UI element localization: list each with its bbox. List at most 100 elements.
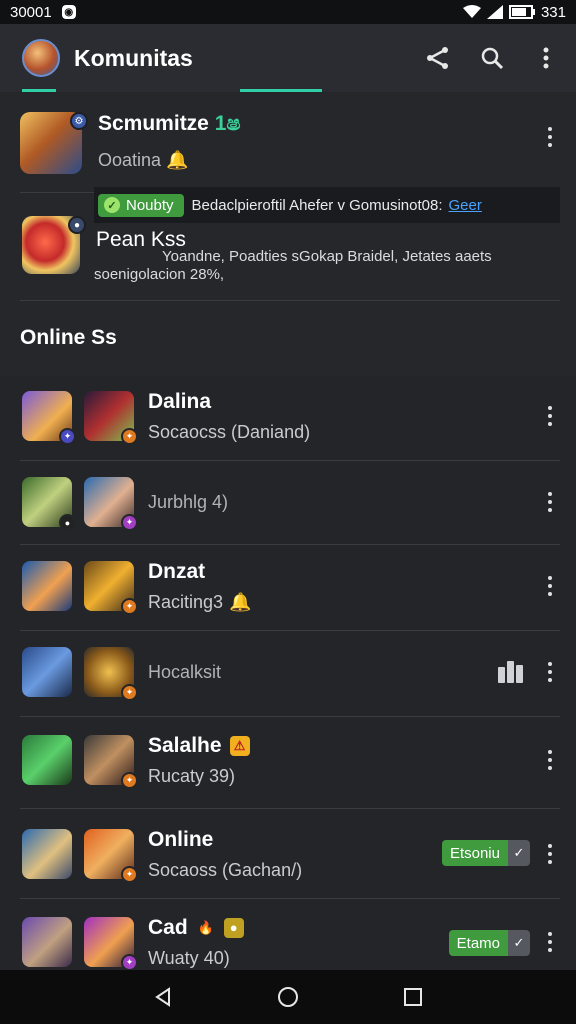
game-avatar: ✦ bbox=[22, 391, 76, 445]
status-badge-icon: ● bbox=[68, 216, 86, 234]
row-more-button[interactable] bbox=[540, 839, 560, 869]
game-avatar: ✦ bbox=[84, 735, 138, 789]
list-item[interactable]: ✦ Online Socaoss (Gachan/) Etsoniu ✓ bbox=[0, 826, 576, 883]
game-avatar bbox=[22, 561, 72, 611]
settings-badge-icon: ⚙ bbox=[70, 112, 88, 130]
status-pill[interactable]: Etsoniu ✓ bbox=[441, 840, 530, 866]
horn-game-icon: ● bbox=[22, 216, 86, 274]
badge-icon: ✦ bbox=[121, 428, 138, 445]
list-item[interactable]: ✦ ✦ Dalina Socaocss (Daniand) bbox=[0, 388, 576, 445]
row-more-button[interactable] bbox=[540, 657, 560, 687]
row-status: Hocalksit bbox=[148, 661, 222, 682]
banner-text: Bedaclpieroftil Ahefer v Gomusinot08: bbox=[191, 196, 443, 214]
row-more-button[interactable] bbox=[540, 487, 560, 517]
check-icon: ✓ bbox=[508, 930, 530, 956]
divider bbox=[20, 300, 560, 301]
badge-icon: ✦ bbox=[121, 772, 138, 789]
recents-icon[interactable] bbox=[393, 977, 433, 1017]
more-vert-icon[interactable] bbox=[530, 42, 562, 74]
profile-avatar[interactable] bbox=[22, 39, 60, 77]
search-icon[interactable] bbox=[476, 42, 508, 74]
warning-icon: ⚠ bbox=[229, 735, 250, 756]
game-avatar: ✦ bbox=[84, 647, 138, 701]
divider bbox=[20, 808, 560, 809]
game-avatar: ● bbox=[22, 477, 76, 531]
row-more-button[interactable] bbox=[540, 927, 560, 957]
bell-icon: 🔔 bbox=[166, 150, 189, 170]
check-icon: ✓ bbox=[104, 197, 120, 213]
gift-icon[interactable] bbox=[498, 661, 524, 683]
divider bbox=[20, 544, 560, 545]
row-status: Socaoss (Gachan/) bbox=[148, 859, 303, 880]
community-item[interactable]: ● Pean Kss bbox=[0, 216, 576, 274]
community-subtitle-line1: Yoandne, Poadties sGokap Braidel, Jetate… bbox=[162, 248, 492, 265]
banner-chip-label: Noubty bbox=[126, 196, 174, 214]
divider bbox=[20, 898, 560, 899]
row-status: Wuaty 40) bbox=[148, 947, 230, 968]
row-name: Dalina bbox=[148, 389, 212, 413]
warrior-game-icon: ⚙ bbox=[20, 112, 88, 174]
list-item[interactable]: ✦ Salalhe ⚠ Rucaty 39) bbox=[0, 732, 576, 789]
status-battery-text: 331 bbox=[540, 3, 566, 21]
app-bar: Komunitas bbox=[0, 24, 576, 92]
row-status: Raciting3 🔔 bbox=[148, 591, 252, 612]
game-avatar bbox=[22, 735, 72, 785]
status-pill[interactable]: Etamo ✓ bbox=[448, 930, 530, 956]
community-subtitle: Ooatina 🔔 bbox=[98, 150, 189, 170]
fire-icon: 🔥 bbox=[197, 919, 214, 935]
character-icon: ● bbox=[223, 917, 244, 938]
row-more-button[interactable] bbox=[540, 401, 560, 431]
row-name: Online bbox=[148, 827, 214, 851]
row-more-button[interactable] bbox=[540, 745, 560, 775]
divider bbox=[20, 630, 560, 631]
game-avatar: ✦ bbox=[84, 477, 138, 531]
divider bbox=[20, 716, 560, 717]
share-icon[interactable] bbox=[422, 42, 454, 74]
game-avatar bbox=[22, 917, 72, 967]
badge-icon: ✦ bbox=[121, 684, 138, 701]
list-item[interactable]: ● ✦ Jurbhlg 4) bbox=[0, 476, 576, 531]
row-more-button[interactable] bbox=[540, 571, 560, 601]
section-title: Online Ss bbox=[20, 326, 117, 349]
list-item[interactable]: ✦ Cad 🔥 ● Wuaty 40) Etamo ✓ bbox=[0, 914, 576, 970]
list-item[interactable]: ✦ Dnzat Raciting3 🔔 bbox=[0, 559, 576, 615]
back-icon[interactable] bbox=[143, 977, 183, 1017]
pill-label: Etamo bbox=[448, 930, 508, 956]
wifi-icon bbox=[462, 5, 481, 18]
game-avatar: ✦ bbox=[84, 391, 138, 445]
badge-icon: ✦ bbox=[121, 954, 138, 970]
banner-link[interactable]: Geer bbox=[449, 197, 482, 214]
community-title: Scmumitze 1ෂ bbox=[98, 112, 241, 135]
notification-app-icon: ◉ bbox=[61, 5, 76, 19]
check-icon: ✓ bbox=[508, 840, 530, 866]
game-avatar: ✦ bbox=[84, 829, 138, 883]
badge-icon: ✦ bbox=[121, 866, 138, 883]
game-avatar: ✦ bbox=[84, 917, 138, 970]
home-icon[interactable] bbox=[268, 977, 308, 1017]
signal-icon bbox=[486, 5, 503, 19]
list-item[interactable]: ✦ Hocalksit bbox=[0, 646, 576, 701]
status-time: 30001 bbox=[10, 3, 52, 21]
badge-icon: ✦ bbox=[121, 514, 138, 531]
banner-chip[interactable]: ✓ Noubty bbox=[98, 193, 184, 217]
row-status: Jurbhlg 4) bbox=[148, 491, 229, 512]
status-bar: 30001 ◉ 331 bbox=[0, 0, 576, 24]
badge-icon: ✦ bbox=[121, 598, 138, 615]
divider bbox=[20, 460, 560, 461]
game-avatar bbox=[22, 647, 72, 697]
badge-icon: ✦ bbox=[59, 428, 76, 445]
badge-icon: ● bbox=[59, 514, 76, 531]
game-avatar: ✦ bbox=[84, 561, 138, 615]
community-more-button[interactable] bbox=[540, 122, 560, 152]
pill-label: Etsoniu bbox=[441, 840, 508, 866]
row-name: Salalhe ⚠ bbox=[148, 734, 250, 758]
system-nav-bar bbox=[0, 970, 576, 1024]
battery-icon bbox=[508, 5, 535, 19]
row-status: Socaocss (Daniand) bbox=[148, 421, 311, 442]
community-item[interactable]: ⚙ Scmumitze 1ෂ Ooatina 🔔 bbox=[0, 112, 576, 174]
community-subtitle-line2: soenigolacion 28%, bbox=[94, 266, 225, 283]
page-title: Komunitas bbox=[74, 44, 193, 71]
row-name: Dnzat bbox=[148, 559, 206, 583]
bell-icon: 🔔 bbox=[229, 591, 252, 612]
notification-banner[interactable]: ✓ Noubty Bedaclpieroftil Ahefer v Gomusi… bbox=[94, 187, 560, 223]
